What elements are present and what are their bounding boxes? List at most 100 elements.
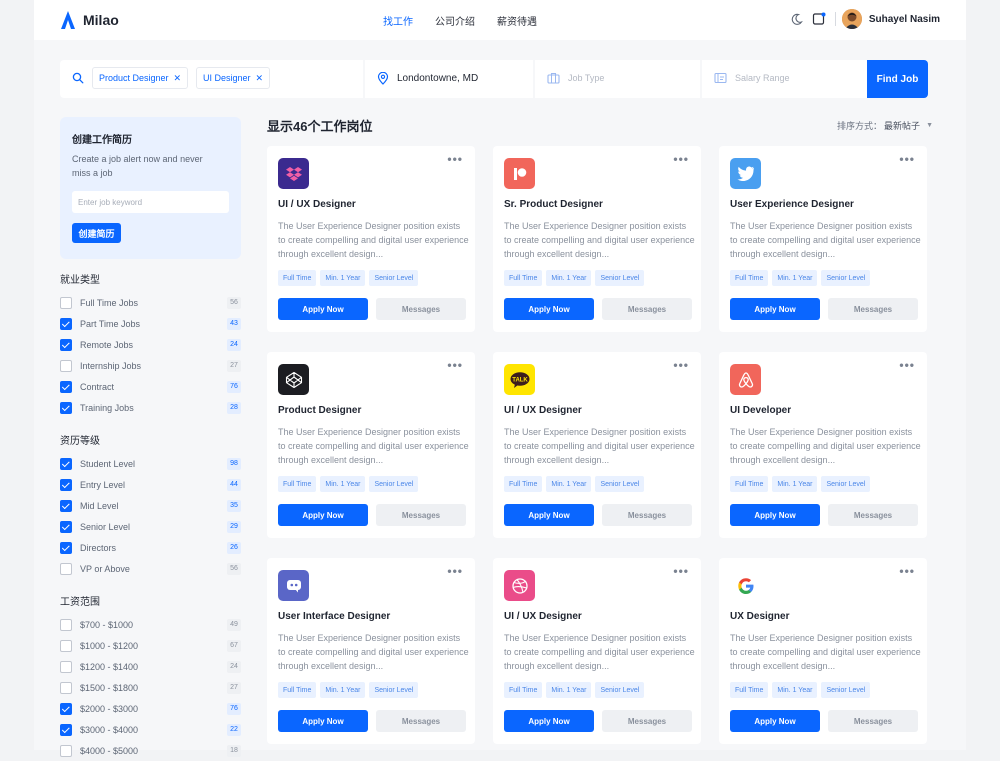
sort-dropdown[interactable]: 排序方式： 最新帖子 ▼ [837,119,933,132]
filter-option[interactable]: Mid Level 35 [60,495,241,516]
job-title[interactable]: UI / UX Designer [504,611,582,622]
job-type-select[interactable]: Job Type [535,60,700,98]
filter-option[interactable]: $1500 - $1800 27 [60,677,241,698]
job-card[interactable]: ••• Sr. Product Designer The User Experien… [493,146,701,332]
apply-now-button[interactable]: Apply Now [504,298,594,320]
more-options-icon[interactable]: ••• [899,152,915,166]
job-title[interactable]: User Experience Designer [730,199,854,210]
filter-option[interactable]: Part Time Jobs 43 [60,313,241,334]
nav-salaries[interactable]: 薪资待遇 [497,13,537,28]
filter-option[interactable]: $700 - $1000 49 [60,614,241,635]
more-options-icon[interactable]: ••• [899,564,915,578]
job-card[interactable]: ••• Product Designer The User Experience D… [267,352,475,538]
apply-now-button[interactable]: Apply Now [504,504,594,526]
filter-option[interactable]: $2000 - $3000 76 [60,698,241,719]
job-title[interactable]: UX Designer [730,611,789,622]
filter-option[interactable]: Remote Jobs 24 [60,334,241,355]
messages-button[interactable]: Messages [602,298,692,320]
job-card[interactable]: ••• User Interface Designer The User Exper… [267,558,475,744]
nav-companies[interactable]: 公司介绍 [435,13,475,28]
filter-checkbox[interactable] [60,401,72,414]
filter-option[interactable]: Student Level 98 [60,453,241,474]
location-field[interactable]: Londontowne, MD [365,60,533,98]
filter-option[interactable]: $3000 - $4000 22 [60,719,241,740]
apply-now-button[interactable]: Apply Now [730,504,820,526]
job-card[interactable]: ••• UI / UX Designer The User Experience D… [493,558,701,744]
more-options-icon[interactable]: ••• [447,152,463,166]
filter-checkbox[interactable] [60,702,72,715]
filter-checkbox[interactable] [60,744,72,757]
filter-option[interactable]: $1000 - $1200 67 [60,635,241,656]
filter-option[interactable]: Training Jobs 28 [60,397,241,418]
job-card[interactable]: ••• UI / UX Designer The User Experience D… [267,146,475,332]
filter-checkbox[interactable] [60,296,72,309]
job-card[interactable]: ••• UX Designer The User Experience Design… [719,558,927,744]
keyword-chip[interactable]: UI Designer ✕ [196,67,271,89]
job-title[interactable]: UI Developer [730,405,791,416]
apply-now-button[interactable]: Apply Now [730,710,820,732]
filter-option[interactable]: VP or Above 56 [60,558,241,579]
salary-range-select[interactable]: Salary Range [702,60,867,98]
filter-checkbox[interactable] [60,562,72,575]
job-card[interactable]: ••• TALK UI / UX Designer The User Experien… [493,352,701,538]
messages-button[interactable]: Messages [376,298,466,320]
dark-mode-toggle[interactable] [789,11,805,27]
filter-checkbox[interactable] [60,639,72,652]
user-avatar[interactable] [841,9,862,29]
job-title[interactable]: UI / UX Designer [504,405,582,416]
messages-button[interactable]: Messages [828,298,918,320]
messages-button[interactable]: Messages [376,710,466,732]
filter-option[interactable]: Full Time Jobs 56 [60,292,241,313]
more-options-icon[interactable]: ••• [447,564,463,578]
more-options-icon[interactable]: ••• [673,564,689,578]
notifications-button[interactable] [811,11,827,27]
job-title[interactable]: UI / UX Designer [278,199,356,210]
apply-now-button[interactable]: Apply Now [278,504,368,526]
apply-now-button[interactable]: Apply Now [730,298,820,320]
filter-checkbox[interactable] [60,380,72,393]
find-job-button[interactable]: Find Job [867,60,928,98]
filter-option[interactable]: $1200 - $1400 24 [60,656,241,677]
filter-checkbox[interactable] [60,541,72,554]
filter-checkbox[interactable] [60,681,72,694]
filter-checkbox[interactable] [60,317,72,330]
keyword-chip[interactable]: Product Designer ✕ [92,67,189,89]
filter-checkbox[interactable] [60,457,72,470]
messages-button[interactable]: Messages [828,504,918,526]
filter-option[interactable]: Directors 26 [60,537,241,558]
messages-button[interactable]: Messages [828,710,918,732]
filter-checkbox[interactable] [60,723,72,736]
filter-checkbox[interactable] [60,660,72,673]
app-logo[interactable]: Milao [60,10,119,30]
more-options-icon[interactable]: ••• [673,358,689,372]
filter-checkbox[interactable] [60,359,72,372]
filter-checkbox[interactable] [60,478,72,491]
job-card[interactable]: ••• UI Developer The User Experience Desig… [719,352,927,538]
filter-option[interactable]: Entry Level 44 [60,474,241,495]
filter-option[interactable]: $4000 - $5000 18 [60,740,241,761]
messages-button[interactable]: Messages [602,504,692,526]
remove-chip-icon[interactable]: ✕ [174,73,182,84]
filter-option[interactable]: Contract 76 [60,376,241,397]
apply-now-button[interactable]: Apply Now [278,298,368,320]
filter-option[interactable]: Internship Jobs 27 [60,355,241,376]
filter-checkbox[interactable] [60,338,72,351]
apply-now-button[interactable]: Apply Now [504,710,594,732]
more-options-icon[interactable]: ••• [673,152,689,166]
filter-option[interactable]: Senior Level 29 [60,516,241,537]
apply-now-button[interactable]: Apply Now [278,710,368,732]
create-alert-button[interactable]: 创建简历 [72,223,121,243]
filter-checkbox[interactable] [60,618,72,631]
nav-find-jobs[interactable]: 找工作 [383,13,413,28]
job-card[interactable]: ••• User Experience Designer The User Expe… [719,146,927,332]
messages-button[interactable]: Messages [602,710,692,732]
filter-checkbox[interactable] [60,499,72,512]
remove-chip-icon[interactable]: ✕ [256,73,264,84]
job-title[interactable]: User Interface Designer [278,611,390,622]
more-options-icon[interactable]: ••• [899,358,915,372]
messages-button[interactable]: Messages [376,504,466,526]
job-title[interactable]: Product Designer [278,405,361,416]
job-title[interactable]: Sr. Product Designer [504,199,603,210]
filter-checkbox[interactable] [60,520,72,533]
keyword-search-field[interactable]: Product Designer ✕ UI Designer ✕ [60,60,363,98]
